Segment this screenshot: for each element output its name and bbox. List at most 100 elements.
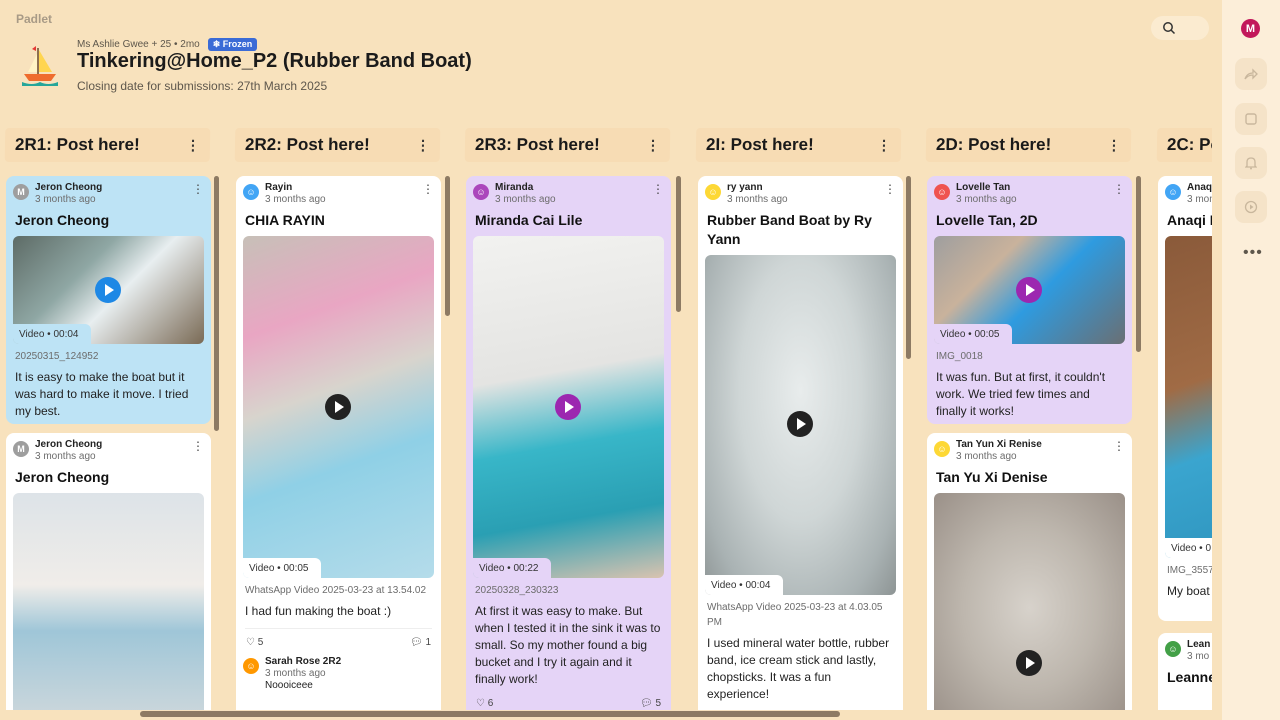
media-label: Video • 00:05 bbox=[934, 324, 1012, 344]
avatar: ☺ bbox=[243, 184, 259, 200]
notifications-button[interactable] bbox=[1235, 147, 1267, 179]
video-thumbnail[interactable]: Video • 00:05 bbox=[934, 236, 1125, 344]
column-menu-icon[interactable]: ⋮ bbox=[646, 137, 660, 154]
column-header: 2C: Post here!⋮ bbox=[1156, 128, 1212, 162]
post-card[interactable]: ☺ Tan Yun Xi Renise 3 months ago ⋮ Tan Yu… bbox=[927, 433, 1132, 710]
comment-author: Sarah Rose 2R2 bbox=[265, 656, 342, 667]
share-arrow-icon bbox=[1244, 68, 1258, 80]
post-menu-icon[interactable]: ⋮ bbox=[652, 182, 664, 196]
photo-thumbnail[interactable] bbox=[13, 493, 204, 710]
post-card[interactable]: M Jeron Cheong 3 months ago ⋮ Jeron Cheon… bbox=[6, 433, 211, 710]
file-name: 20250315_124952 bbox=[15, 351, 99, 362]
column-menu-icon[interactable]: ⋮ bbox=[877, 137, 891, 154]
video-thumbnail[interactable]: Video • 00:04 bbox=[13, 236, 204, 344]
column-scrollbar[interactable] bbox=[906, 176, 911, 359]
post-time: 3 months ago bbox=[35, 194, 96, 205]
post-card[interactable]: ☺ Miranda 3 months ago ⋮ Miranda Cai Lile… bbox=[466, 176, 671, 710]
author-name: Anaqi bbox=[1187, 182, 1212, 193]
post-menu-icon[interactable]: ⋮ bbox=[192, 439, 204, 453]
like-button[interactable]: ♡ 5 bbox=[246, 637, 263, 648]
post-title: Anaqi R bbox=[1167, 212, 1212, 228]
media-label: Video • 0 bbox=[1165, 538, 1212, 558]
post-card[interactable]: ☺ Rayin 3 months ago ⋮ CHIA RAYIN Video •… bbox=[236, 176, 441, 710]
column-title: 2R3: Post here! bbox=[474, 135, 600, 154]
column-2r1: 2R1: Post here! ⋮ bbox=[4, 128, 211, 162]
video-thumbnail[interactable]: Video • 00:05 bbox=[243, 236, 434, 578]
column-scrollbar[interactable] bbox=[1136, 176, 1141, 352]
video-thumbnail[interactable]: Video • 00:22 bbox=[473, 236, 664, 578]
play-icon[interactable] bbox=[787, 411, 813, 437]
padlet-brand[interactable]: Padlet bbox=[16, 12, 52, 26]
file-name: IMG_0018 bbox=[936, 351, 983, 362]
comment-button[interactable]: 💬︎ 5 bbox=[640, 698, 661, 709]
post-title: Miranda Cai Lile bbox=[475, 212, 583, 228]
post-time: 3 mo bbox=[1187, 651, 1210, 662]
media-label: Video • 00:04 bbox=[705, 575, 783, 595]
avatar: ☺ bbox=[473, 184, 489, 200]
slideshow-button[interactable] bbox=[1235, 191, 1267, 223]
column-header: 2R1: Post here! ⋮ bbox=[4, 128, 211, 162]
column-menu-icon[interactable]: ⋮ bbox=[1107, 137, 1121, 154]
play-icon[interactable] bbox=[95, 277, 121, 303]
more-options-icon[interactable]: ••• bbox=[1243, 244, 1263, 262]
post-menu-icon[interactable]: ⋮ bbox=[884, 182, 896, 196]
share-button[interactable] bbox=[1235, 58, 1267, 90]
post-author: ☺ Lovelle Tan 3 months ago ⋮ bbox=[927, 176, 1132, 206]
post-card[interactable]: ☺ Lean 3 mo Leanne bbox=[1158, 633, 1212, 710]
video-thumbnail[interactable]: Video • 00:04 bbox=[705, 255, 896, 595]
comment-count: 1 bbox=[425, 637, 431, 648]
video-thumbnail[interactable]: Video • 0 bbox=[1165, 236, 1212, 558]
post-author: ☺ Miranda 3 months ago ⋮ bbox=[466, 176, 671, 206]
post-time: 3 months ago bbox=[956, 451, 1017, 462]
author-meta[interactable]: Ms Ashlie Gwee + 25 • 2mo bbox=[77, 39, 200, 50]
author-name: Lovelle Tan bbox=[956, 182, 1011, 193]
play-circle-icon bbox=[1244, 200, 1258, 214]
bell-icon bbox=[1245, 157, 1257, 170]
column-2d: 2D: Post here! ⋮ bbox=[925, 128, 1132, 162]
post-body: At first it was easy to make. But when I… bbox=[475, 604, 661, 686]
column-title: 2C: Post here! bbox=[1166, 135, 1212, 154]
avatar: ☺ bbox=[934, 184, 950, 200]
post-card[interactable]: ☺ ry yann 3 months ago ⋮ Rubber Band Boat… bbox=[698, 176, 903, 710]
post-card[interactable]: ☺ Anaqi3 months ago Anaqi R Video • 0 IM… bbox=[1158, 176, 1212, 621]
column-header: 2R2: Post here! ⋮ bbox=[234, 128, 441, 162]
board: 2R1: Post here! ⋮ M Jeron Cheong 3 months … bbox=[0, 128, 1212, 710]
post-title: Lovelle Tan, 2D bbox=[936, 212, 1038, 228]
file-name: WhatsApp Video 2025-03-23 at 13.54.02 bbox=[245, 585, 427, 596]
horizontal-scrollbar[interactable] bbox=[140, 711, 840, 717]
post-menu-icon[interactable]: ⋮ bbox=[1113, 182, 1125, 196]
search-button[interactable] bbox=[1151, 16, 1209, 40]
avatar: ☺ bbox=[1165, 641, 1181, 657]
post-author: ☺ Rayin 3 months ago ⋮ bbox=[236, 176, 441, 206]
comment: ☺ Sarah Rose 2R2 3 months ago Noooiceee bbox=[236, 648, 441, 692]
reactions: ♡ 5 💬︎ 1 bbox=[236, 629, 441, 648]
media-label: Video • 00:04 bbox=[13, 324, 91, 344]
like-count: 6 bbox=[487, 698, 494, 709]
play-icon[interactable] bbox=[555, 394, 581, 420]
post-menu-icon[interactable]: ⋮ bbox=[1113, 439, 1125, 453]
user-avatar[interactable]: M bbox=[1241, 19, 1260, 38]
sailboat-logo bbox=[22, 46, 58, 86]
column-scrollbar[interactable] bbox=[214, 176, 219, 431]
play-icon[interactable] bbox=[1016, 650, 1042, 676]
column-scrollbar[interactable] bbox=[445, 176, 450, 316]
file-name: 20250328_230323 bbox=[475, 585, 559, 596]
search-icon bbox=[1163, 22, 1176, 35]
post-author: ☺ Lean 3 mo bbox=[1158, 633, 1212, 663]
column-menu-icon[interactable]: ⋮ bbox=[186, 137, 200, 154]
play-icon[interactable] bbox=[1016, 277, 1042, 303]
like-button[interactable]: ♡ 6 bbox=[476, 698, 493, 709]
column-scrollbar[interactable] bbox=[676, 176, 681, 312]
remake-button[interactable] bbox=[1235, 103, 1267, 135]
comment-text: Noooiceee bbox=[265, 680, 313, 691]
play-icon[interactable] bbox=[325, 394, 351, 420]
post-time: 3 months ago bbox=[265, 194, 326, 205]
column-menu-icon[interactable]: ⋮ bbox=[416, 137, 430, 154]
post-menu-icon[interactable]: ⋮ bbox=[422, 182, 434, 196]
video-thumbnail[interactable] bbox=[934, 493, 1125, 710]
post-menu-icon[interactable]: ⋮ bbox=[192, 182, 204, 196]
post-card[interactable]: ☺ Lovelle Tan 3 months ago ⋮ Lovelle Tan,… bbox=[927, 176, 1132, 424]
post-time: 3 months ago bbox=[727, 194, 788, 205]
post-card[interactable]: M Jeron Cheong 3 months ago ⋮ Jeron Cheon… bbox=[6, 176, 211, 424]
comment-button[interactable]: 💬︎ 1 bbox=[410, 637, 431, 648]
